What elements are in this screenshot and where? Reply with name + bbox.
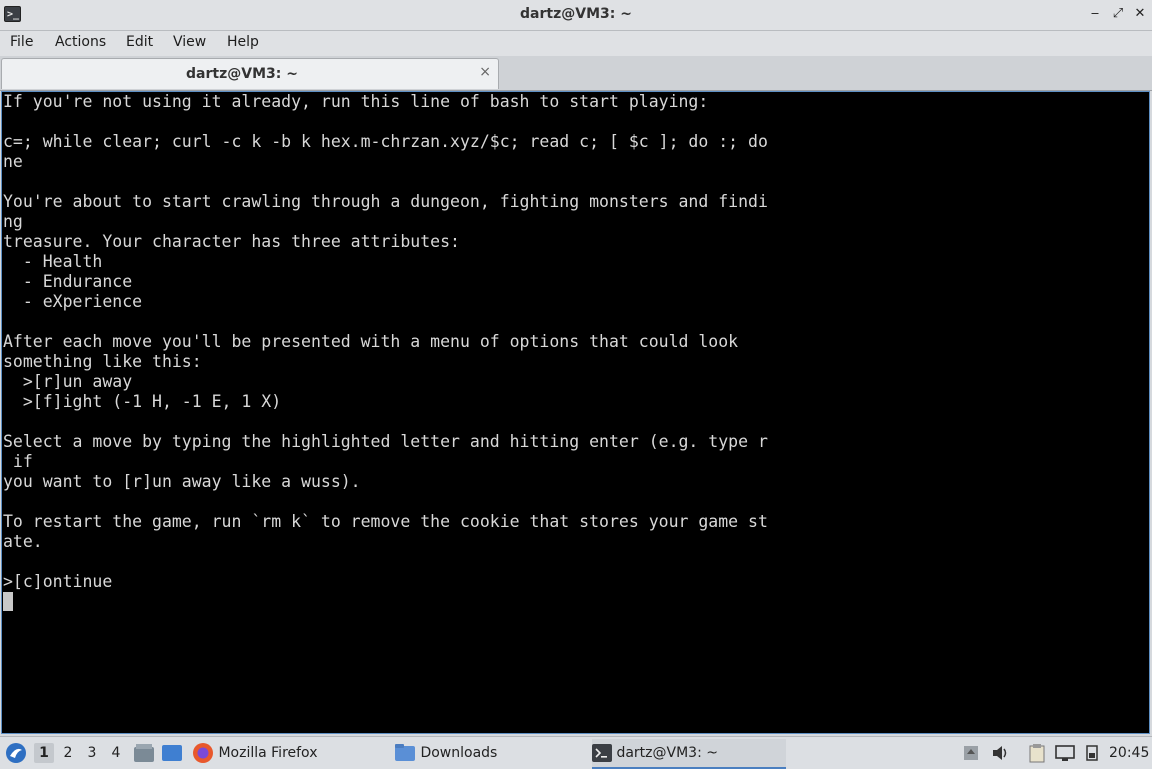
terminal-line: >[r]un away [3,372,133,391]
terminal-line: you want to [r]un away like a wuss). [3,472,361,491]
menu-file[interactable]: File [10,34,33,50]
title-bar: >_ dartz@VM3: ~ ‒ ⤢ ✕ [0,0,1152,31]
menu-view[interactable]: View [173,34,206,50]
terminal-output[interactable]: If you're not using it already, run this… [1,91,1150,734]
task-firefox-label: Mozilla Firefox [218,745,318,761]
clipboard-icon[interactable] [1029,737,1045,769]
tab-bar: dartz@VM3: ~ × [0,56,1152,91]
task-downloads[interactable]: Downloads [394,739,584,767]
menu-bar: File Actions Edit View Help [0,31,1152,56]
terminal-line: something like this: [3,352,202,371]
close-button[interactable]: ✕ [1131,5,1149,23]
task-terminal[interactable]: dartz@VM3: ~ [592,739,786,769]
terminal-icon [592,744,612,762]
terminal-line: >[c]ontinue [3,572,113,591]
terminal-line: ate. [3,532,43,551]
tab-label: dartz@VM3: ~ [186,66,298,82]
tab-close-icon[interactable]: × [479,64,491,80]
file-manager-launcher-icon[interactable] [133,737,155,769]
terminal-line: - eXperience [3,292,143,311]
menu-help[interactable]: Help [227,34,259,50]
text-cursor [3,592,13,611]
terminal-line: - Endurance [3,272,133,291]
menu-edit[interactable]: Edit [126,34,153,50]
folder-icon [395,744,415,761]
terminal-line: - Health [3,252,103,271]
terminal-line: treasure. Your character has three attri… [3,232,460,251]
volume-icon[interactable] [991,737,1011,769]
terminal-line: To restart the game, run `rm k` to remov… [3,512,768,531]
task-firefox[interactable]: Mozilla Firefox [192,739,382,767]
minimize-button[interactable]: ‒ [1086,5,1104,23]
window-title: dartz@VM3: ~ [520,6,632,22]
terminal-line: if [3,452,33,471]
terminal-line: ng [3,212,23,231]
terminal-line: ne [3,152,23,171]
workspace-4[interactable]: 4 [106,743,126,763]
task-terminal-label: dartz@VM3: ~ [616,745,718,761]
menu-actions[interactable]: Actions [55,34,106,50]
workspace-2[interactable]: 2 [58,743,78,763]
maximize-button[interactable]: ⤢ [1109,5,1127,23]
tab-terminal[interactable]: dartz@VM3: ~ × [1,58,499,89]
terminal-line: After each move you'll be presented with… [3,332,739,351]
terminal-line: If you're not using it already, run this… [3,92,709,111]
terminal-line: Select a move by typing the highlighted … [3,432,768,451]
display-tray-icon[interactable] [1055,737,1075,769]
network-tray-icon[interactable] [963,737,979,769]
terminal-line: >[f]ight (-1 H, -1 E, 1 X) [3,392,282,411]
taskbar: 1 2 3 4 Mozilla Firefox Downloads dartz@… [0,736,1152,769]
task-downloads-label: Downloads [420,745,498,761]
clock[interactable]: 20:45 [1109,737,1149,769]
desktop-launcher-icon[interactable] [161,737,183,769]
power-tray-icon[interactable] [1085,737,1099,769]
start-menu-icon[interactable] [5,737,27,769]
workspace-3[interactable]: 3 [82,743,102,763]
terminal-line: c=; while clear; curl -c k -b k hex.m-ch… [3,132,768,151]
workspace-1[interactable]: 1 [34,743,54,763]
firefox-icon [193,743,213,763]
terminal-line: You're about to start crawling through a… [3,192,768,211]
